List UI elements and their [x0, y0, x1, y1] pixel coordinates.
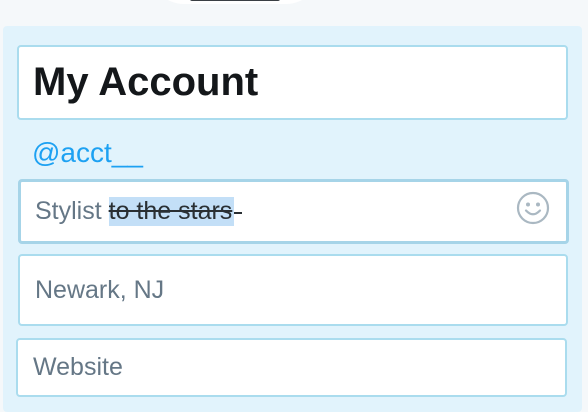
- handle-link[interactable]: @acct__: [32, 137, 143, 169]
- name-value: My Account: [33, 60, 259, 104]
- website-field[interactable]: [16, 338, 567, 397]
- edit-profile-panel: My Account @acct__ Stylist to the stars …: [3, 26, 582, 412]
- smiley-face-icon[interactable]: [516, 191, 550, 225]
- location-value: Newark, NJ: [35, 275, 165, 304]
- bio-field[interactable]: Stylist to the stars: [18, 179, 569, 244]
- location-field[interactable]: Newark, NJ: [18, 254, 568, 326]
- bio-struck-text: to the stars: [108, 197, 235, 226]
- website-input[interactable]: [33, 353, 565, 382]
- profile-avatar[interactable]: [150, 0, 320, 4]
- name-field[interactable]: My Account: [17, 45, 568, 120]
- bio-text: Stylist: [35, 197, 109, 225]
- strike-line-tail: [234, 211, 243, 214]
